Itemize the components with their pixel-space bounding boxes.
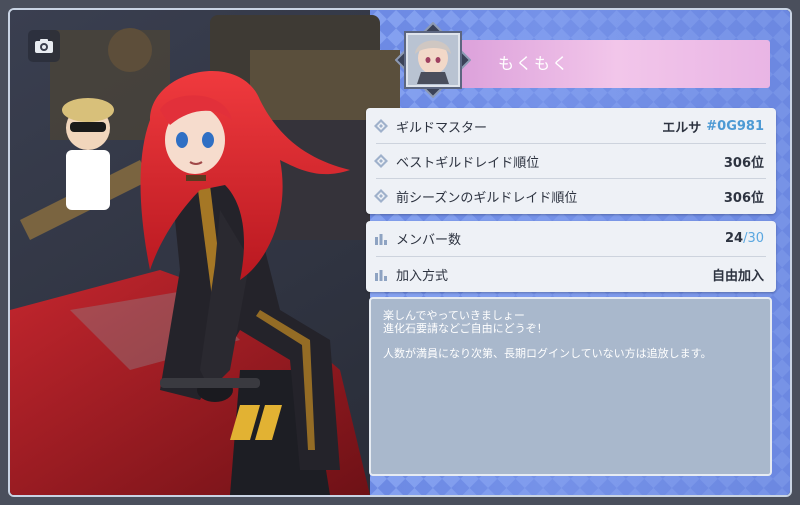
member-count-max: 30 <box>747 231 764 246</box>
description-line: 人数が満員になり次第、長期ログインしていない方は追放します。 <box>383 347 712 360</box>
camera-icon <box>35 39 53 53</box>
guild-emblem[interactable] <box>395 22 471 98</box>
best-raid-rank-row: ベストギルドレイド順位 306位 <box>366 144 776 179</box>
guild-name: もくもく <box>498 54 571 73</box>
member-count-row: メンバー数 24 / 30 <box>366 221 776 256</box>
guild-description: 楽しんでやっていきましょー 進化石要請などご自由にどうぞ！ 人数が満員になり次第… <box>369 297 772 476</box>
guild-membership-card: メンバー数 24 / 30 加入方式 自由加入 <box>366 221 776 292</box>
last-season-raid-rank-row: 前シーズンのギルドレイド順位 306位 <box>366 179 776 214</box>
guild-master-name: エルサ <box>662 121 702 136</box>
guild-name-banner <box>430 40 770 88</box>
guild-info-card: ギルドマスター エルサ #0G981 ベストギルドレイド順位 306位 前シーズ… <box>366 108 776 214</box>
guild-master-row: ギルドマスター エルサ #0G981 <box>366 109 776 144</box>
description-line: 進化石要請などご自由にどうぞ！ <box>383 322 548 335</box>
guild-master-id: #0G981 <box>706 119 764 134</box>
join-method-value: 自由加入 <box>711 269 764 284</box>
screenshot-button[interactable] <box>28 30 60 62</box>
diamond-bullet-icon <box>374 189 388 203</box>
member-count-label: メンバー数 <box>396 233 462 248</box>
bar-chart-bullet-icon <box>375 234 387 245</box>
best-raid-rank-label: ベストギルドレイド順位 <box>396 156 540 171</box>
last-season-raid-rank-value: 306位 <box>723 191 764 206</box>
description-line: 楽しんでやっていきましょー <box>383 309 525 322</box>
diamond-bullet-icon <box>374 154 388 168</box>
bar-chart-bullet-icon <box>375 270 387 281</box>
last-season-raid-rank-label: 前シーズンのギルドレイド順位 <box>396 191 578 206</box>
diamond-bullet-icon <box>374 119 388 133</box>
best-raid-rank-value: 306位 <box>723 156 764 171</box>
join-method-label: 加入方式 <box>396 269 449 284</box>
guild-master-label: ギルドマスター <box>396 121 488 136</box>
join-method-row: 加入方式 自由加入 <box>366 257 776 292</box>
member-count-current: 24 <box>724 231 744 246</box>
